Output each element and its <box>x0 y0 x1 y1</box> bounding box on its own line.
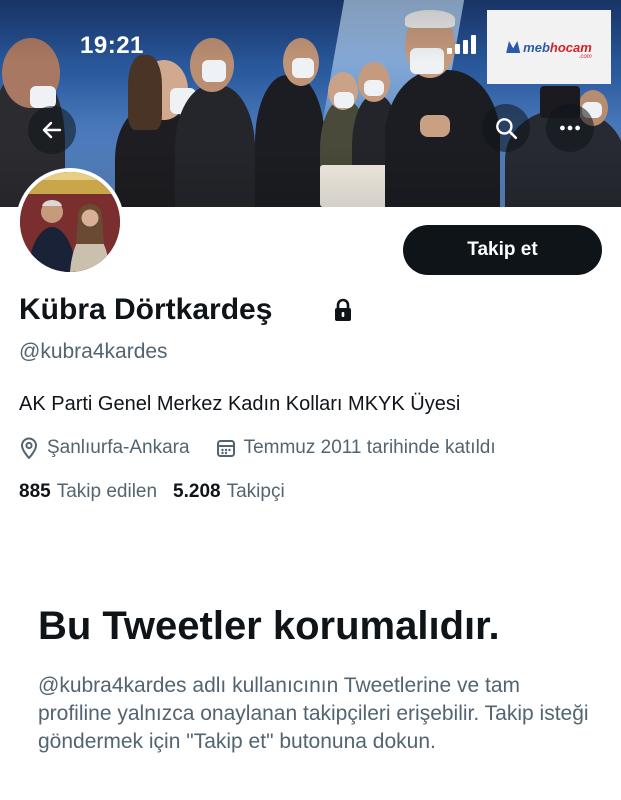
more-horizontal-icon <box>560 125 580 131</box>
watermark-logo: mebhocam .com <box>487 10 611 84</box>
profile-name: Kübra Dörtkardeş <box>19 293 273 326</box>
followers-count: 5.208 <box>173 481 221 502</box>
protected-description: @kubra4kardes adlı kullanıcının Tweetler… <box>38 674 589 753</box>
following-label: Takip edilen <box>56 481 158 502</box>
profile-handle: @kubra4kardes <box>19 340 168 363</box>
location-text: Şanlıurfa-Ankara <box>47 437 190 458</box>
following-count: 885 <box>19 481 51 502</box>
profile-meta: Şanlıurfa-Ankara Temmuz 2011 tarihinde k… <box>19 436 496 460</box>
search-button[interactable] <box>482 104 530 152</box>
signal-strength-icon <box>447 34 476 54</box>
location-item: Şanlıurfa-Ankara <box>19 437 190 459</box>
arrow-left-icon <box>42 121 62 139</box>
joined-item: Temmuz 2011 tarihinde katıldı <box>216 437 496 459</box>
profile-avatar[interactable] <box>16 168 124 276</box>
logo-subtext: .com <box>578 53 592 60</box>
profile-bio: AK Parti Genel Merkez Kadın Kolları MKYK… <box>19 393 461 415</box>
followers-label: Takipçi <box>226 481 285 502</box>
protected-title: Bu Tweetler korumalıdır. <box>38 604 500 648</box>
calendar-icon <box>216 440 235 457</box>
logo-text: mebhocam <box>523 39 592 55</box>
profile-stats: 885 Takip edilen 5.208 Takipçi <box>19 481 285 503</box>
following-link[interactable]: 885 Takip edilen <box>19 481 157 503</box>
back-button[interactable] <box>28 106 76 154</box>
avatar-photo <box>20 172 120 272</box>
more-options-button[interactable] <box>546 104 594 152</box>
status-time: 19:21 <box>80 32 144 59</box>
followers-link[interactable]: 5.208 Takipçi <box>173 481 285 503</box>
search-icon <box>496 118 518 140</box>
logo-mark-icon <box>506 41 521 53</box>
location-pin-icon <box>20 437 38 459</box>
joined-text: Temmuz 2011 tarihinde katıldı <box>243 437 496 458</box>
lock-icon <box>335 298 351 321</box>
follow-button[interactable]: Takip et <box>403 225 602 275</box>
